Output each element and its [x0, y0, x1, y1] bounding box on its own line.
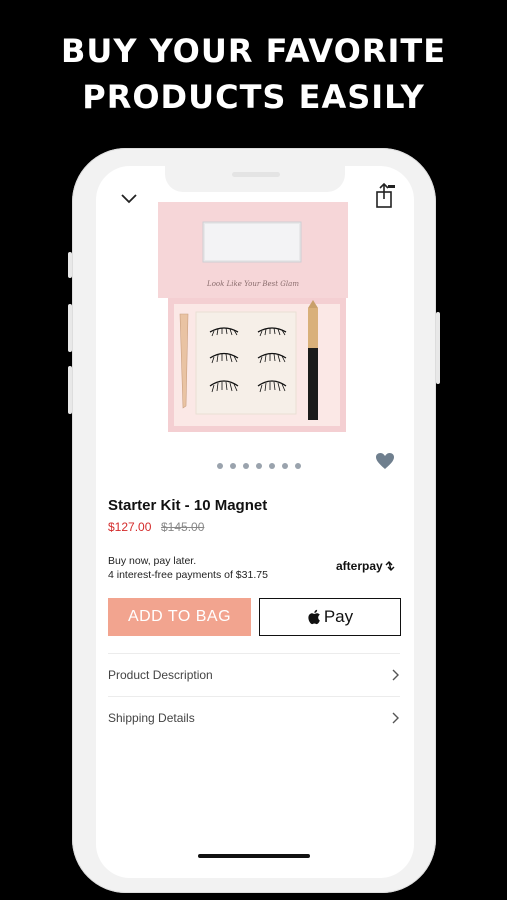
- afterpay-logo-text: afterpay: [336, 559, 383, 573]
- sale-price: $127.00: [108, 520, 152, 534]
- product-image[interactable]: Look Like Your Best Glam: [158, 200, 350, 440]
- carousel-dot[interactable]: [217, 463, 223, 469]
- shipping-details-label: Shipping Details: [108, 711, 195, 725]
- phone-side-button: [68, 252, 72, 278]
- phone-side-button: [68, 366, 72, 414]
- apple-pay-button[interactable]: Pay: [259, 598, 401, 636]
- headline-line-2: PRODUCTS EASILY: [82, 78, 425, 116]
- original-price: $145.00: [161, 520, 205, 534]
- phone-notch: [165, 166, 345, 192]
- phone-side-button: [68, 304, 72, 352]
- shipping-details-row[interactable]: Shipping Details: [108, 697, 400, 739]
- product-description-label: Product Description: [108, 668, 213, 682]
- afterpay-arrows-icon: [385, 561, 395, 571]
- add-to-bag-button[interactable]: ADD TO BAG: [108, 598, 251, 636]
- chevron-down-icon[interactable]: [120, 193, 138, 205]
- phone-speaker: [232, 172, 280, 177]
- home-indicator[interactable]: [198, 854, 310, 858]
- carousel-dot[interactable]: [256, 463, 262, 469]
- product-description-row[interactable]: Product Description: [108, 654, 400, 696]
- box-script-text: Look Like Your Best Glam: [206, 280, 299, 288]
- heart-icon[interactable]: [375, 452, 395, 470]
- chevron-right-icon: [392, 712, 399, 724]
- share-icon[interactable]: [374, 182, 396, 210]
- carousel-dot[interactable]: [295, 463, 301, 469]
- afterpay-line-2: 4 interest-free payments of $31.75: [108, 569, 268, 581]
- carousel-dot[interactable]: [269, 463, 275, 469]
- afterpay-info: Buy now, pay later. 4 interest-free paym…: [108, 554, 268, 582]
- carousel-dot[interactable]: [230, 463, 236, 469]
- phone-side-button: [436, 312, 440, 384]
- carousel-dot[interactable]: [243, 463, 249, 469]
- headline-line-1: BUY YOUR FAVORITE: [60, 32, 447, 70]
- product-title: Starter Kit - 10 Magnet: [108, 497, 268, 514]
- afterpay-line-1: Buy now, pay later.: [108, 555, 197, 567]
- marketing-headline: BUY YOUR FAVORITE PRODUCTS EASILY: [0, 28, 507, 120]
- afterpay-logo[interactable]: afterpay: [336, 559, 396, 573]
- carousel-dot[interactable]: [282, 463, 288, 469]
- chevron-right-icon: [392, 669, 399, 681]
- apple-icon: [308, 609, 320, 625]
- apple-pay-label: Pay: [323, 607, 354, 626]
- image-carousel-dots[interactable]: [217, 463, 301, 469]
